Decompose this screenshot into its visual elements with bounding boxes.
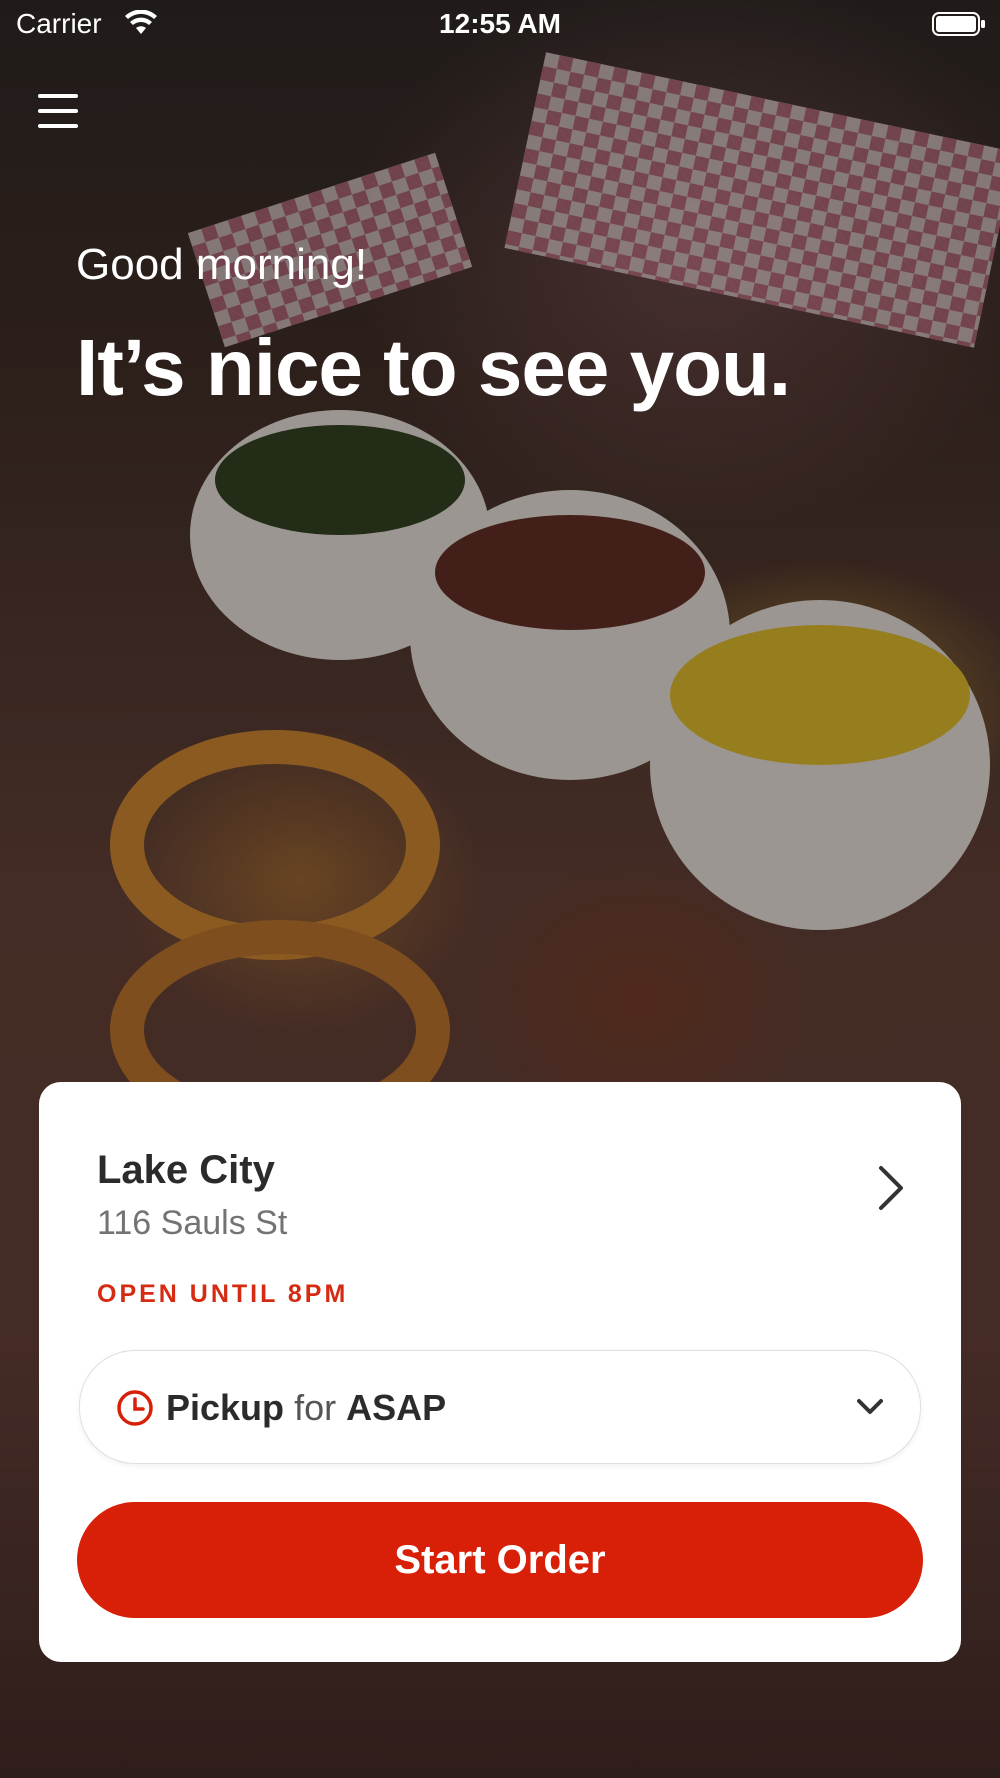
hamburger-menu-icon[interactable] xyxy=(38,94,78,128)
status-time: 12:55 AM xyxy=(439,8,561,39)
pickup-summary: Pickup for ASAP xyxy=(166,1387,446,1429)
chevron-right-icon[interactable] xyxy=(873,1162,909,1214)
greeting-title: It’s nice to see you. xyxy=(76,323,791,412)
start-order-button[interactable]: Start Order xyxy=(77,1502,923,1618)
pickup-time: ASAP xyxy=(346,1387,447,1428)
chevron-down-icon xyxy=(857,1399,883,1414)
location-address[interactable]: 116 Sauls St xyxy=(97,1204,287,1243)
pickup-mode: Pickup xyxy=(166,1387,285,1428)
battery-icon xyxy=(932,12,985,36)
pickup-connector: for xyxy=(294,1387,337,1428)
greeting-subtitle: Good morning! xyxy=(76,240,368,289)
open-status-label: OPEN UNTIL 8PM xyxy=(97,1280,349,1308)
clock-icon xyxy=(117,1390,153,1426)
pickup-time-selector[interactable]: Pickup for ASAP xyxy=(79,1350,921,1464)
location-card: Lake City 116 Sauls St OPEN UNTIL 8PM Pi… xyxy=(39,1082,961,1662)
location-name[interactable]: Lake City xyxy=(97,1148,275,1193)
status-bar: Carrier 12:55 AM xyxy=(0,0,1000,50)
